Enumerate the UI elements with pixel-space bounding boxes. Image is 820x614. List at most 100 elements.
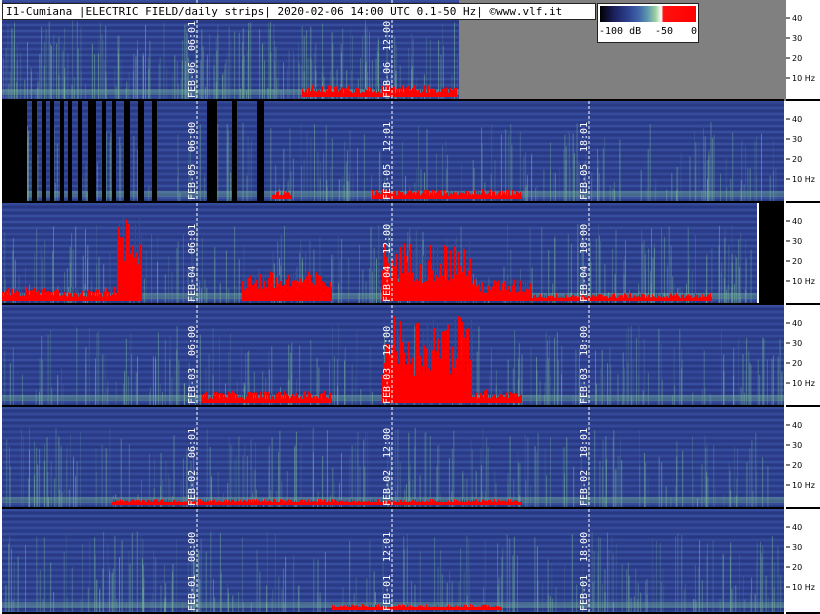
activity-streak (775, 167, 777, 201)
intense-burst (398, 190, 399, 199)
intense-burst (533, 295, 534, 301)
intense-burst (441, 192, 442, 199)
intense-burst (659, 296, 660, 301)
intense-burst (148, 499, 149, 505)
intense-burst (531, 289, 532, 301)
intense-burst (128, 501, 129, 505)
intense-burst (434, 328, 435, 403)
intense-burst (440, 358, 441, 403)
intense-burst (346, 501, 347, 505)
axis-tick-label: 20 (792, 563, 802, 572)
texture-band (2, 455, 784, 457)
intense-burst (126, 500, 127, 505)
intense-burst (407, 361, 408, 403)
intense-burst (670, 293, 671, 301)
intense-burst (471, 607, 472, 610)
intense-burst (277, 501, 278, 505)
intense-burst (654, 296, 655, 301)
intense-burst (313, 501, 314, 505)
intense-burst (56, 289, 57, 301)
intense-burst (397, 91, 398, 97)
intense-burst (431, 193, 432, 199)
intense-burst (307, 93, 308, 97)
intense-burst (509, 293, 510, 301)
intense-burst (402, 502, 403, 505)
intense-burst (422, 91, 423, 97)
intense-burst (399, 92, 400, 97)
intense-burst (241, 394, 242, 403)
intense-burst (185, 501, 186, 505)
intense-burst (428, 190, 429, 199)
intense-burst (301, 394, 302, 403)
intense-burst (686, 295, 687, 301)
texture-band (2, 0, 459, 2)
intense-burst (504, 192, 505, 199)
intense-burst (350, 502, 351, 505)
intense-burst (426, 189, 427, 199)
intense-burst (50, 292, 51, 301)
intense-burst (443, 502, 444, 505)
intense-burst (474, 397, 475, 403)
activity-streak (780, 574, 782, 612)
time-label: 06:01 (187, 21, 198, 51)
axis-tick-label: 40 (792, 319, 802, 328)
intense-burst (681, 294, 682, 301)
texture-band (2, 407, 784, 409)
intense-burst (406, 364, 407, 403)
intense-burst (53, 295, 54, 301)
intense-burst (433, 90, 434, 97)
intense-burst (325, 499, 326, 505)
intense-burst (52, 292, 53, 301)
intense-burst (339, 500, 340, 505)
activity-streak (165, 583, 167, 612)
intense-burst (489, 500, 490, 505)
date-label: FEB-05 (579, 164, 590, 200)
intense-burst (520, 191, 521, 199)
intense-burst (475, 606, 476, 610)
intense-burst (83, 296, 84, 301)
intense-burst (483, 499, 484, 505)
intense-burst (366, 502, 367, 505)
intense-burst (446, 502, 447, 505)
intense-burst (326, 89, 327, 97)
intense-burst (375, 501, 376, 505)
intense-burst (331, 499, 332, 505)
missing-data-column (257, 101, 264, 201)
activity-streak (272, 589, 274, 612)
intense-burst (410, 190, 411, 199)
activity-streak (80, 69, 82, 99)
activity-streak (638, 325, 640, 405)
intense-burst (518, 291, 519, 301)
intense-burst (74, 292, 75, 301)
intense-burst (298, 502, 299, 505)
intense-burst (346, 88, 347, 97)
intense-burst (409, 251, 410, 301)
axis-segment: 40302010 Hz (786, 421, 820, 509)
intense-burst (321, 272, 322, 301)
texture-band (2, 221, 757, 223)
intense-burst (211, 501, 212, 505)
axis-tick-label: 20 (792, 359, 802, 368)
intense-burst (340, 605, 341, 610)
intense-burst (282, 395, 283, 403)
intense-burst (279, 195, 280, 199)
activity-streak (680, 368, 682, 405)
intense-burst (57, 290, 58, 301)
intense-burst (264, 281, 265, 301)
intense-burst (658, 295, 659, 301)
intense-burst (496, 502, 497, 505)
activity-streak (164, 274, 166, 303)
intense-burst (82, 290, 83, 301)
texture-band (2, 122, 784, 124)
intense-burst (91, 295, 92, 301)
intense-burst (401, 250, 402, 301)
intense-burst (44, 288, 45, 301)
activity-streak (87, 587, 89, 612)
intense-burst (463, 499, 464, 505)
intense-burst (502, 283, 503, 301)
intense-burst (501, 390, 502, 403)
intense-burst (473, 194, 474, 199)
intense-burst (440, 502, 441, 505)
activity-streak (199, 578, 201, 612)
intense-burst (627, 297, 628, 301)
